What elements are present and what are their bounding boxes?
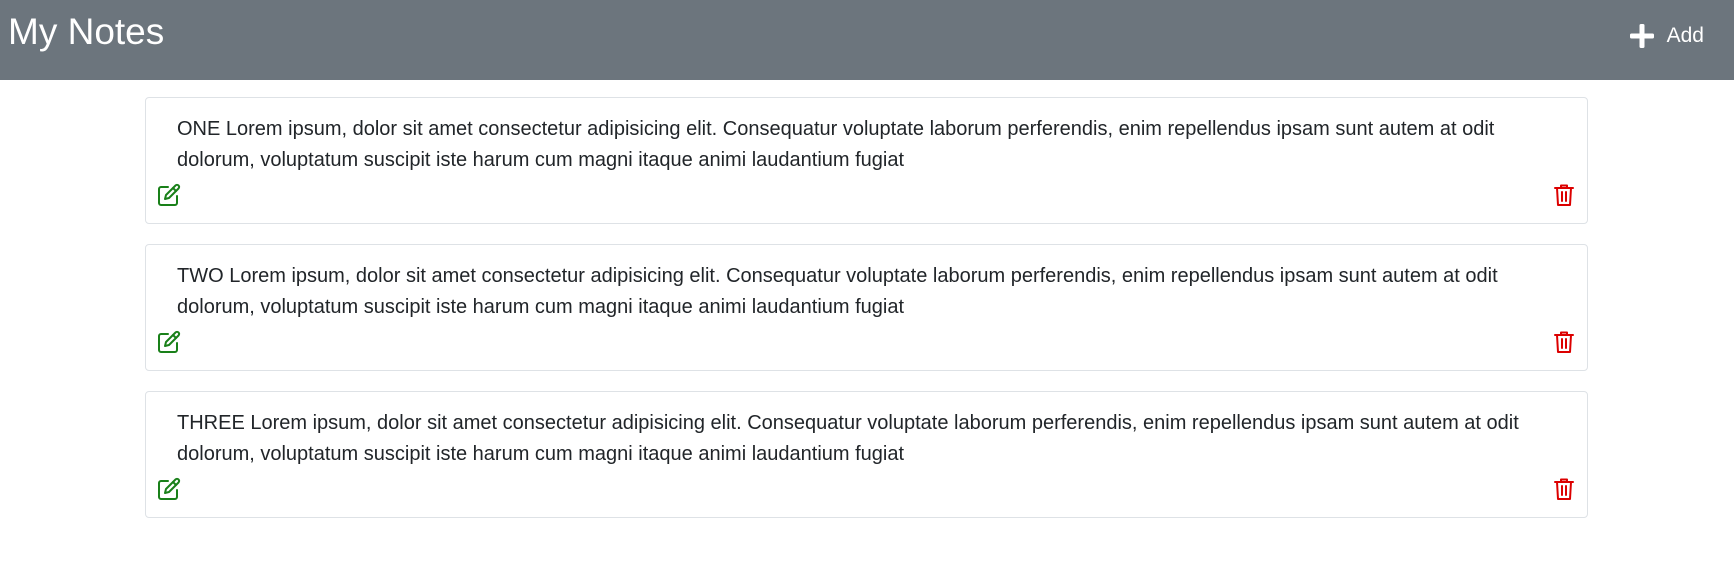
add-note-button[interactable]: Add: [1629, 20, 1704, 52]
edit-icon: [157, 183, 181, 207]
edit-icon: [157, 477, 181, 501]
note-card: ONE Lorem ipsum, dolor sit amet consecte…: [145, 97, 1588, 224]
edit-note-button[interactable]: [155, 181, 183, 209]
edit-note-button[interactable]: [155, 475, 183, 503]
delete-note-button[interactable]: [1550, 328, 1578, 356]
delete-note-button[interactable]: [1550, 475, 1578, 503]
add-label: Add: [1666, 24, 1704, 47]
plus-icon: [1629, 23, 1655, 49]
edit-icon: [157, 330, 181, 354]
note-card: THREE Lorem ipsum, dolor sit amet consec…: [145, 391, 1588, 518]
note-text: ONE Lorem ipsum, dolor sit amet consecte…: [177, 118, 1495, 171]
app-title: My Notes: [8, 11, 165, 52]
note-card: TWO Lorem ipsum, dolor sit amet consecte…: [145, 244, 1588, 371]
note-text: TWO Lorem ipsum, dolor sit amet consecte…: [177, 265, 1498, 318]
trash-icon: [1553, 183, 1575, 207]
trash-icon: [1553, 330, 1575, 354]
notes-list: ONE Lorem ipsum, dolor sit amet consecte…: [145, 97, 1588, 538]
edit-note-button[interactable]: [155, 328, 183, 356]
note-text: THREE Lorem ipsum, dolor sit amet consec…: [177, 412, 1519, 465]
trash-icon: [1553, 477, 1575, 501]
app-header: My Notes Add: [0, 0, 1734, 80]
delete-note-button[interactable]: [1550, 181, 1578, 209]
